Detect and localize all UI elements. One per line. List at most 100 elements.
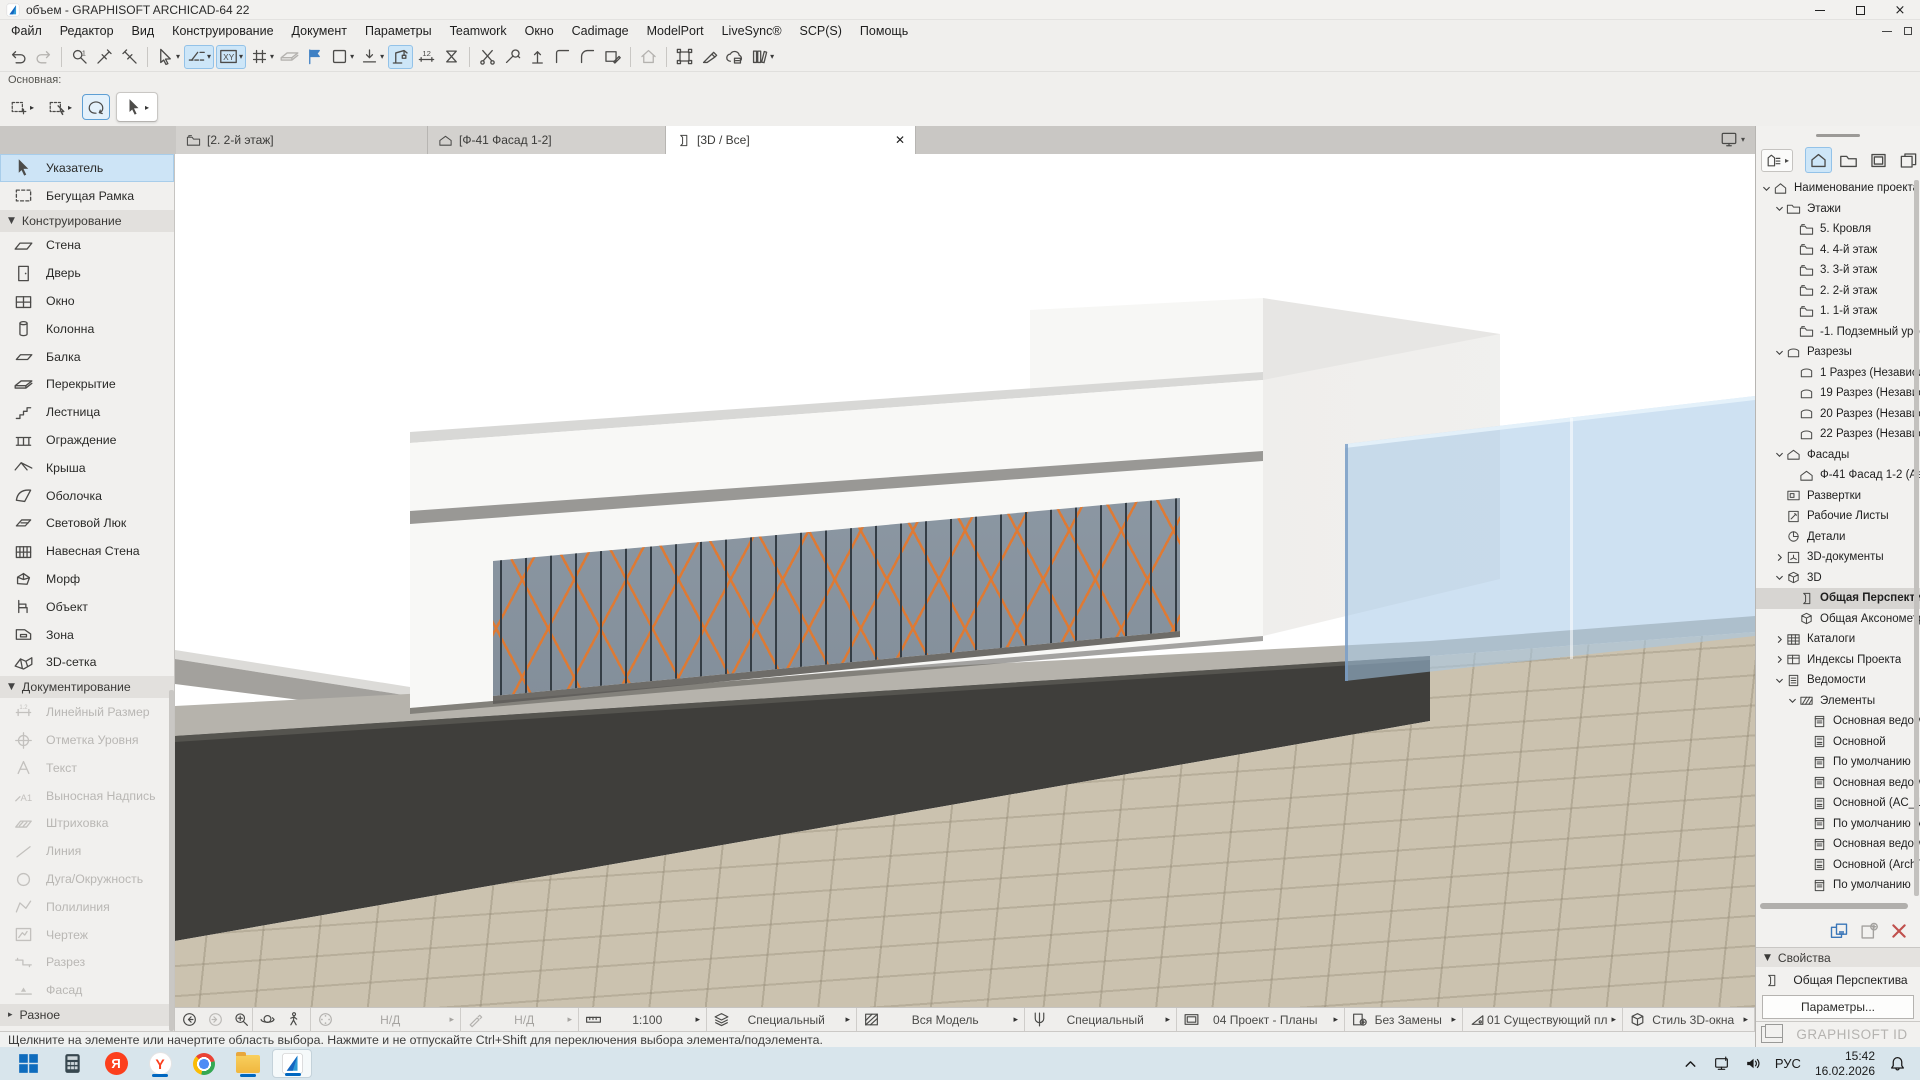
partial-structure[interactable]: Вся Модель▸	[857, 1008, 1025, 1031]
qb-label[interactable]: 01 Существующий пл...	[1487, 1013, 1607, 1027]
trace-reference-icon[interactable]	[278, 45, 301, 69]
expander-icon[interactable]	[1786, 695, 1799, 706]
expander-icon[interactable]	[1760, 183, 1773, 194]
menu-livesync-[interactable]: LiveSync®	[713, 20, 791, 42]
tree-item-фасады[interactable]: Фасады	[1756, 445, 1920, 466]
menu-modelport[interactable]: ModelPort	[638, 20, 713, 42]
project-chooser-button[interactable]: ▸	[1761, 149, 1793, 172]
toolbox-section-конструирование[interactable]: ▼Конструирование	[0, 210, 174, 232]
document-window-controls[interactable]	[1882, 20, 1916, 42]
split-icon[interactable]	[476, 45, 499, 69]
tree-vertical-scrollbar[interactable]	[1914, 180, 1919, 896]
nav-tab-project-map[interactable]	[1805, 147, 1832, 173]
tool-skylight[interactable]: Световой Люк	[0, 510, 174, 538]
tree-item-основной-ac-11-[interactable]: Основной (AC_11_	[1756, 793, 1920, 814]
tree-item-элементы[interactable]: Элементы	[1756, 691, 1920, 712]
view-back-icon[interactable]	[181, 1011, 199, 1029]
tray-expand-icon[interactable]	[1682, 1055, 1699, 1072]
renovation-override[interactable]: Без Замены▸	[1345, 1008, 1463, 1031]
scale-selector[interactable]: 1:100▸	[579, 1008, 707, 1031]
library-manager-icon[interactable]: ▾	[748, 45, 776, 69]
tool-slab[interactable]: Перекрытие	[0, 371, 174, 399]
nav-tab-publisher[interactable]	[1895, 147, 1920, 173]
pen-set[interactable]: Специальный▸	[1025, 1008, 1177, 1031]
tree-item-каталоги[interactable]: Каталоги	[1756, 629, 1920, 650]
adjust-icon[interactable]	[551, 45, 574, 69]
tree-item-по-умолчанию-ас[interactable]: По умолчанию (АС	[1756, 814, 1920, 835]
coordinates-icon[interactable]: XY▾	[216, 45, 246, 69]
tree-item-этажи[interactable]: Этажи	[1756, 199, 1920, 220]
group-icon[interactable]	[673, 45, 696, 69]
explorer-app[interactable]	[228, 1049, 268, 1078]
menu-параметры[interactable]: Параметры	[356, 20, 441, 42]
tab--2-2-й-этаж-[interactable]: [2. 2-й этаж]	[176, 126, 428, 154]
network-icon[interactable]	[1713, 1055, 1730, 1072]
tree-item-индексы-проекта[interactable]: Индексы Проекта	[1756, 650, 1920, 671]
menu-scp-s-[interactable]: SCP(S)	[791, 20, 851, 42]
menu-редактор[interactable]: Редактор	[51, 20, 123, 42]
tab--ф-41-фасад-1-2-[interactable]: [Ф-41 Фасад 1-2]	[428, 126, 666, 154]
renovation-filter[interactable]: 01 Существующий пл...▸	[1463, 1008, 1623, 1031]
notifications-icon[interactable]	[1889, 1055, 1906, 1072]
tree-item-основной-archite[interactable]: Основной (ArchiTe	[1756, 855, 1920, 876]
style-3d-window[interactable]: Стиль 3D-окна▸	[1623, 1008, 1755, 1031]
archicad-app[interactable]	[272, 1049, 312, 1078]
menu-teamwork[interactable]: Teamwork	[441, 20, 516, 42]
zoom-in-icon[interactable]	[233, 1011, 251, 1029]
tool-objectt[interactable]: Объект	[0, 593, 174, 621]
tool-stair[interactable]: Лестница	[0, 398, 174, 426]
tree-item-общая-перспектив[interactable]: Общая Перспектив	[1756, 588, 1920, 609]
tool-labeltool[interactable]: A1Выносная Надпись	[0, 782, 174, 810]
close-panel-icon[interactable]	[1889, 921, 1909, 941]
expander-icon[interactable]	[1773, 675, 1786, 686]
tab-close-icon[interactable]: ✕	[835, 133, 905, 147]
expander-icon[interactable]	[1773, 449, 1786, 460]
qb-label[interactable]: 1:100	[603, 1013, 691, 1027]
home-story-icon[interactable]	[637, 45, 660, 69]
tool-polylinetool[interactable]: Полилиния	[0, 893, 174, 921]
volume-icon[interactable]	[1744, 1055, 1761, 1072]
expander-icon[interactable]	[1773, 347, 1786, 358]
menu-конструирование[interactable]: Конструирование	[163, 20, 282, 42]
new-viewpoint-icon[interactable]	[1859, 921, 1879, 941]
tree-item-наименование-проекта[interactable]: Наименование проекта	[1756, 178, 1920, 199]
tree-item-4-4-й-этаж[interactable]: 4. 4-й этаж	[1756, 240, 1920, 261]
modify-frame-icon[interactable]	[601, 45, 624, 69]
tree-item-1-1-й-этаж[interactable]: 1. 1-й этаж	[1756, 301, 1920, 322]
explore-walk-icon[interactable]	[285, 1011, 303, 1029]
tree-item-развертки[interactable]: Развертки	[1756, 486, 1920, 507]
qb-label[interactable]: Специальный	[1049, 1013, 1161, 1027]
menu-cadimage[interactable]: Cadimage	[563, 20, 638, 42]
tool-sectiontool[interactable]: Разрез	[0, 949, 174, 977]
tool-dimension[interactable]: 1.2Линейный Размер	[0, 698, 174, 726]
find-select-icon[interactable]: 1	[68, 45, 91, 69]
tool-filltool[interactable]: Штриховка	[0, 810, 174, 838]
tool-elevationtool[interactable]: Фасад	[0, 976, 174, 1004]
tool-curtainwall[interactable]: Навесная Стена	[0, 537, 174, 565]
expander-icon[interactable]	[1773, 572, 1786, 583]
tree-item-по-умолчанию[interactable]: По умолчанию	[1756, 875, 1920, 896]
properties-header[interactable]: ▼ Свойства	[1756, 947, 1920, 967]
viewport-3d[interactable]	[175, 154, 1755, 1007]
toolbox-section-документирование[interactable]: ▼Документирование	[0, 676, 174, 698]
magic-wand-icon[interactable]	[501, 45, 524, 69]
toolbox-section-разное[interactable]: ▸Разное	[0, 1004, 174, 1026]
menu-помощь[interactable]: Помощь	[851, 20, 917, 42]
windows-stack-icon[interactable]	[1761, 1026, 1783, 1043]
clock[interactable]: 15:42 16.02.2026	[1815, 1049, 1875, 1079]
guide-lines-icon[interactable]: ▾	[184, 45, 214, 69]
menu-файл[interactable]: Файл	[2, 20, 51, 42]
tree-item-ведомости[interactable]: Ведомости	[1756, 670, 1920, 691]
tree-item-ф-41-фасад-1-2-авто[interactable]: Ф-41 Фасад 1-2 (Авто	[1756, 465, 1920, 486]
redo-icon[interactable]	[32, 45, 55, 69]
tool-window[interactable]: Окно	[0, 287, 174, 315]
pointer-tool-button[interactable]: ▸	[116, 92, 158, 122]
menu-вид[interactable]: Вид	[123, 20, 164, 42]
grid-snap-icon[interactable]: ▾	[248, 45, 276, 69]
language-indicator[interactable]: РУС	[1775, 1056, 1801, 1071]
tool-beam[interactable]: Балка	[0, 343, 174, 371]
tree-item-3d[interactable]: 3D	[1756, 568, 1920, 589]
layer-combination[interactable]: Специальный▸	[707, 1008, 857, 1031]
orbit-icon[interactable]	[259, 1011, 277, 1029]
tool-levelmark[interactable]: Отметка Уровня	[0, 726, 174, 754]
